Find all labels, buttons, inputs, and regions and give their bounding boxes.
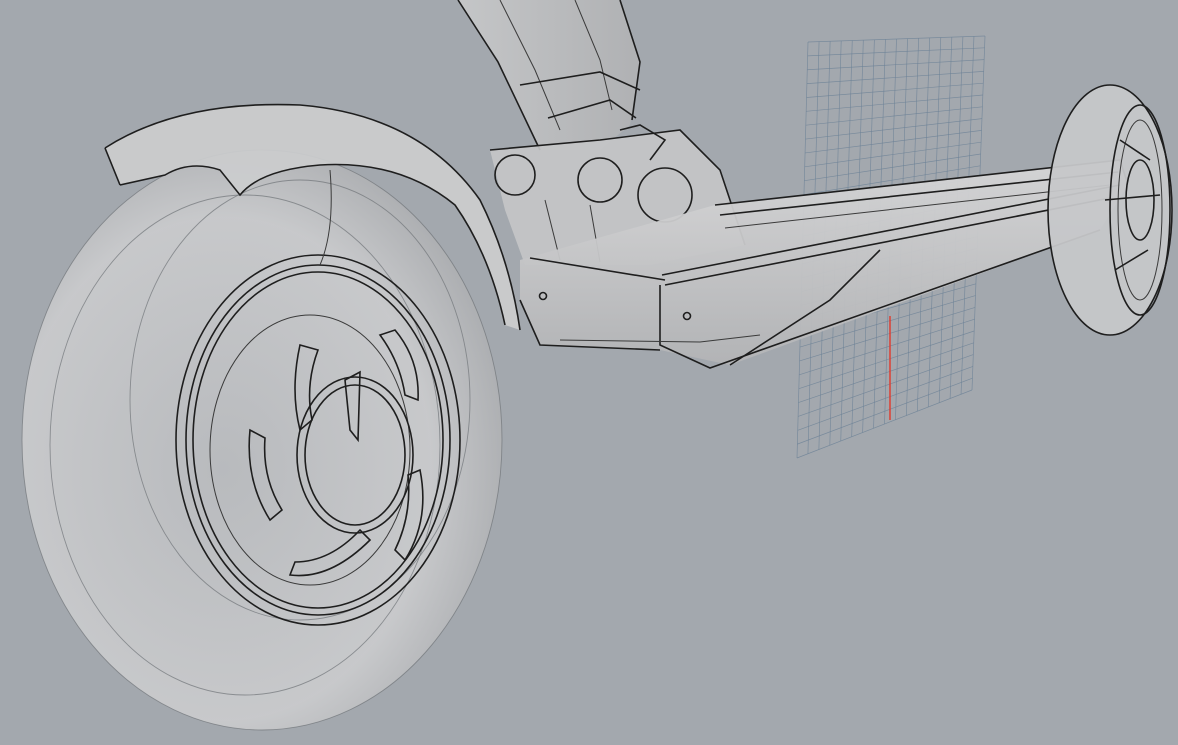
scooter-rear-wheel-icon[interactable] (21, 149, 503, 731)
modeling-viewport[interactable] (0, 0, 1178, 745)
scooter-front-wheel-icon[interactable] (1047, 84, 1173, 336)
